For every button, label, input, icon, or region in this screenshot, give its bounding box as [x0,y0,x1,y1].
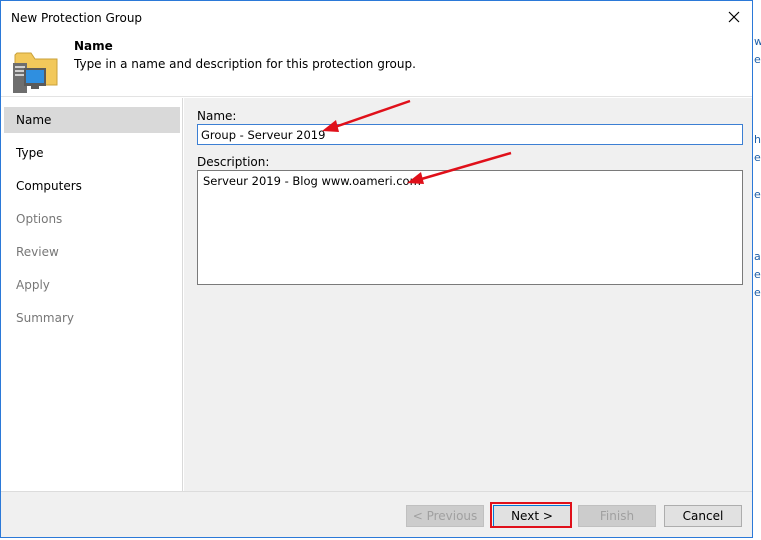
finish-button: Finish [578,505,656,527]
wizard-content: Name: Description: [184,98,752,491]
background-window-glyph: e [754,151,761,164]
wizard-footer: < Previous Next > Finish Cancel [1,491,752,537]
sidebar-item-name[interactable]: Name [4,107,180,133]
name-label: Name: [197,109,237,123]
cancel-button[interactable]: Cancel [664,505,742,527]
protection-group-folder-icon [13,52,58,93]
background-window-glyph: a [754,250,761,263]
sidebar-item-review: Review [16,245,59,259]
sidebar-item-summary: Summary [16,311,74,325]
sidebar-item-options: Options [16,212,63,226]
step-title: Name [74,39,113,53]
background-window-glyph: e [754,53,761,66]
background-window-glyph: e [754,268,761,281]
background-window-glyph: e [754,286,761,299]
sidebar-item-apply: Apply [16,278,50,292]
window-title: New Protection Group [11,11,143,25]
wizard-steps-sidebar: Name Type Computers Options Review Apply… [1,98,183,491]
description-textarea[interactable] [197,170,743,285]
wizard-header: Name Type in a name and description for … [1,33,752,97]
sidebar-item-type[interactable]: Type [4,140,180,166]
title-bar: New Protection Group [1,1,752,33]
sidebar-item-computers[interactable]: Computers [4,173,180,199]
step-description: Type in a name and description for this … [74,57,416,71]
close-button[interactable] [720,3,748,31]
background-window-glyph: h [754,133,761,146]
new-protection-group-dialog: New Protection Group Name Type in a name… [0,0,753,538]
close-icon [728,11,740,23]
background-window-glyph: w [754,35,761,48]
description-label: Description: [197,155,270,169]
name-input[interactable] [197,124,743,145]
background-window-glyph: e [754,188,761,201]
next-button[interactable]: Next > [493,505,571,527]
previous-button: < Previous [406,505,484,527]
